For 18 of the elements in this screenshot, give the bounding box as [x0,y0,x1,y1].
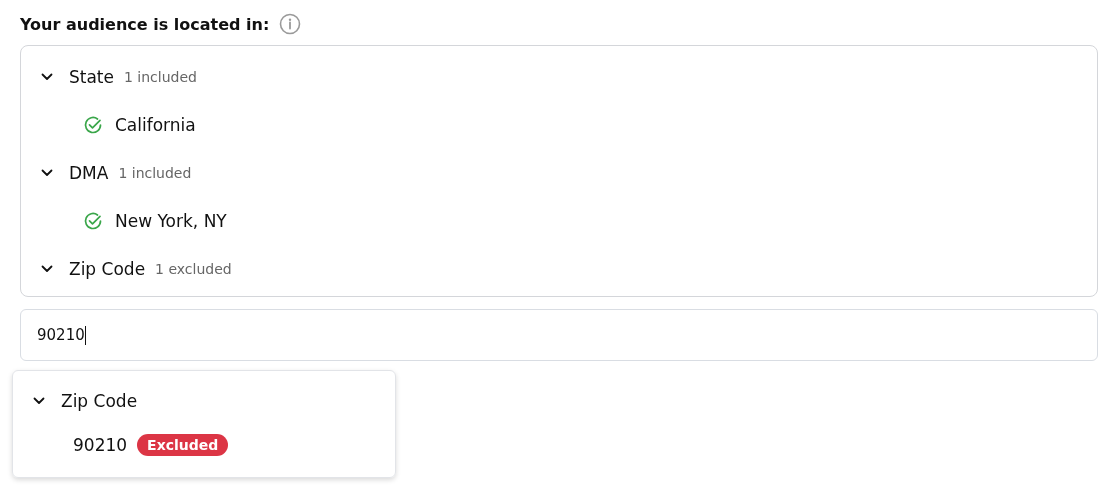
chevron-icon[interactable] [41,73,53,81]
location-item: California [115,115,196,135]
chevron-icon[interactable] [41,265,53,273]
group-summary: 1 excluded [155,261,232,277]
group-label: DMA [69,163,109,183]
group-summary: 1 included [124,69,197,85]
section-title: Your audience is located in: [20,14,270,34]
status-badge: Excluded [137,434,229,456]
chevron-icon[interactable] [33,397,45,405]
result-item[interactable]: 90210 [73,435,128,455]
info-icon[interactable] [279,13,302,35]
group-label: State [69,67,114,87]
group-label: Zip Code [61,391,138,411]
chevron-icon[interactable] [41,169,53,177]
search-field[interactable]: 90210 [20,309,1098,361]
location-item: New York, NY [115,211,227,231]
group-label: Zip Code [69,259,146,279]
group-summary: 1 included [118,165,192,181]
